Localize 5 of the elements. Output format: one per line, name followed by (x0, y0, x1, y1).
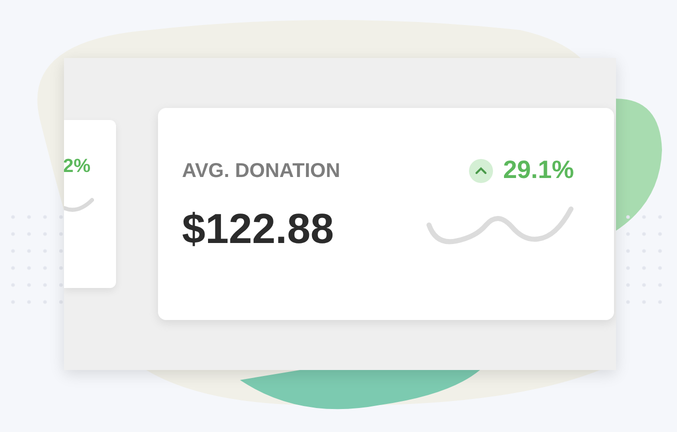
change-percent: 2% (64, 156, 92, 178)
up-chevron-icon (469, 158, 494, 182)
stat-value: $122.88 (182, 205, 335, 253)
stat-label: AVG. DONATION (182, 160, 340, 183)
change-percent: 29.1% (503, 156, 574, 185)
